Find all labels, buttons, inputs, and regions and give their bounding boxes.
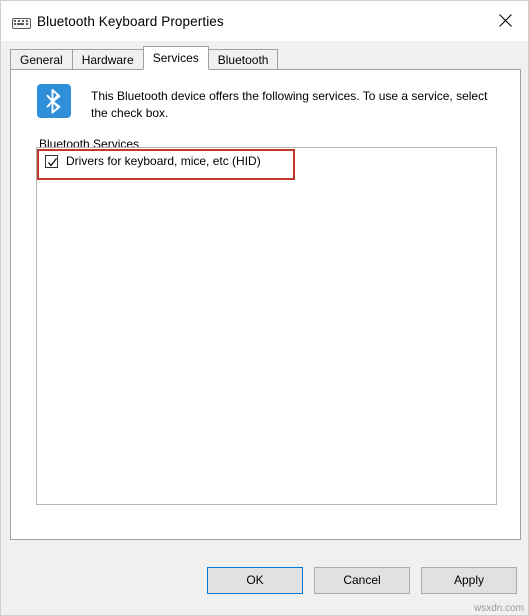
- tab-services[interactable]: Services: [142, 46, 209, 70]
- tab-bluetooth-label: Bluetooth: [217, 53, 269, 67]
- title-bar: Bluetooth Keyboard Properties: [1, 1, 528, 41]
- services-list[interactable]: Drivers for keyboard, mice, etc (HID): [36, 147, 497, 505]
- services-description: This Bluetooth device offers the followi…: [91, 89, 488, 120]
- bluetooth-icon: [37, 84, 71, 118]
- service-label: Drivers for keyboard, mice, etc (HID): [66, 154, 261, 168]
- tab-general[interactable]: General: [10, 49, 73, 70]
- apply-button-label: Apply: [453, 573, 485, 587]
- close-icon[interactable]: [482, 1, 528, 39]
- services-tab-page: This Bluetooth device offers the followi…: [10, 69, 521, 540]
- tab-hardware-label: Hardware: [81, 53, 134, 67]
- keyboard-icon: [11, 11, 31, 31]
- watermark: wsxdn.com: [473, 603, 524, 614]
- properties-window: Bluetooth Keyboard Properties General Ha…: [0, 0, 529, 616]
- cancel-button-label: Cancel: [343, 573, 381, 587]
- ok-button-label: OK: [246, 573, 264, 587]
- checkmark-icon: [48, 157, 57, 166]
- service-checkbox[interactable]: [45, 154, 58, 168]
- dialog-buttons: OK Cancel Apply: [1, 555, 528, 615]
- tab-services-label: Services: [152, 51, 199, 65]
- list-item[interactable]: Drivers for keyboard, mice, etc (HID): [45, 154, 261, 168]
- tab-general-label: General: [20, 53, 63, 67]
- window-title: Bluetooth Keyboard Properties: [37, 13, 224, 29]
- tab-hardware[interactable]: Hardware: [71, 49, 144, 70]
- ok-button[interactable]: OK: [207, 567, 303, 594]
- cancel-button[interactable]: Cancel: [314, 567, 410, 594]
- apply-button[interactable]: Apply: [421, 567, 517, 594]
- tab-bluetooth[interactable]: Bluetooth: [207, 49, 279, 70]
- tab-strip: General Hardware Services Bluetooth: [10, 46, 279, 70]
